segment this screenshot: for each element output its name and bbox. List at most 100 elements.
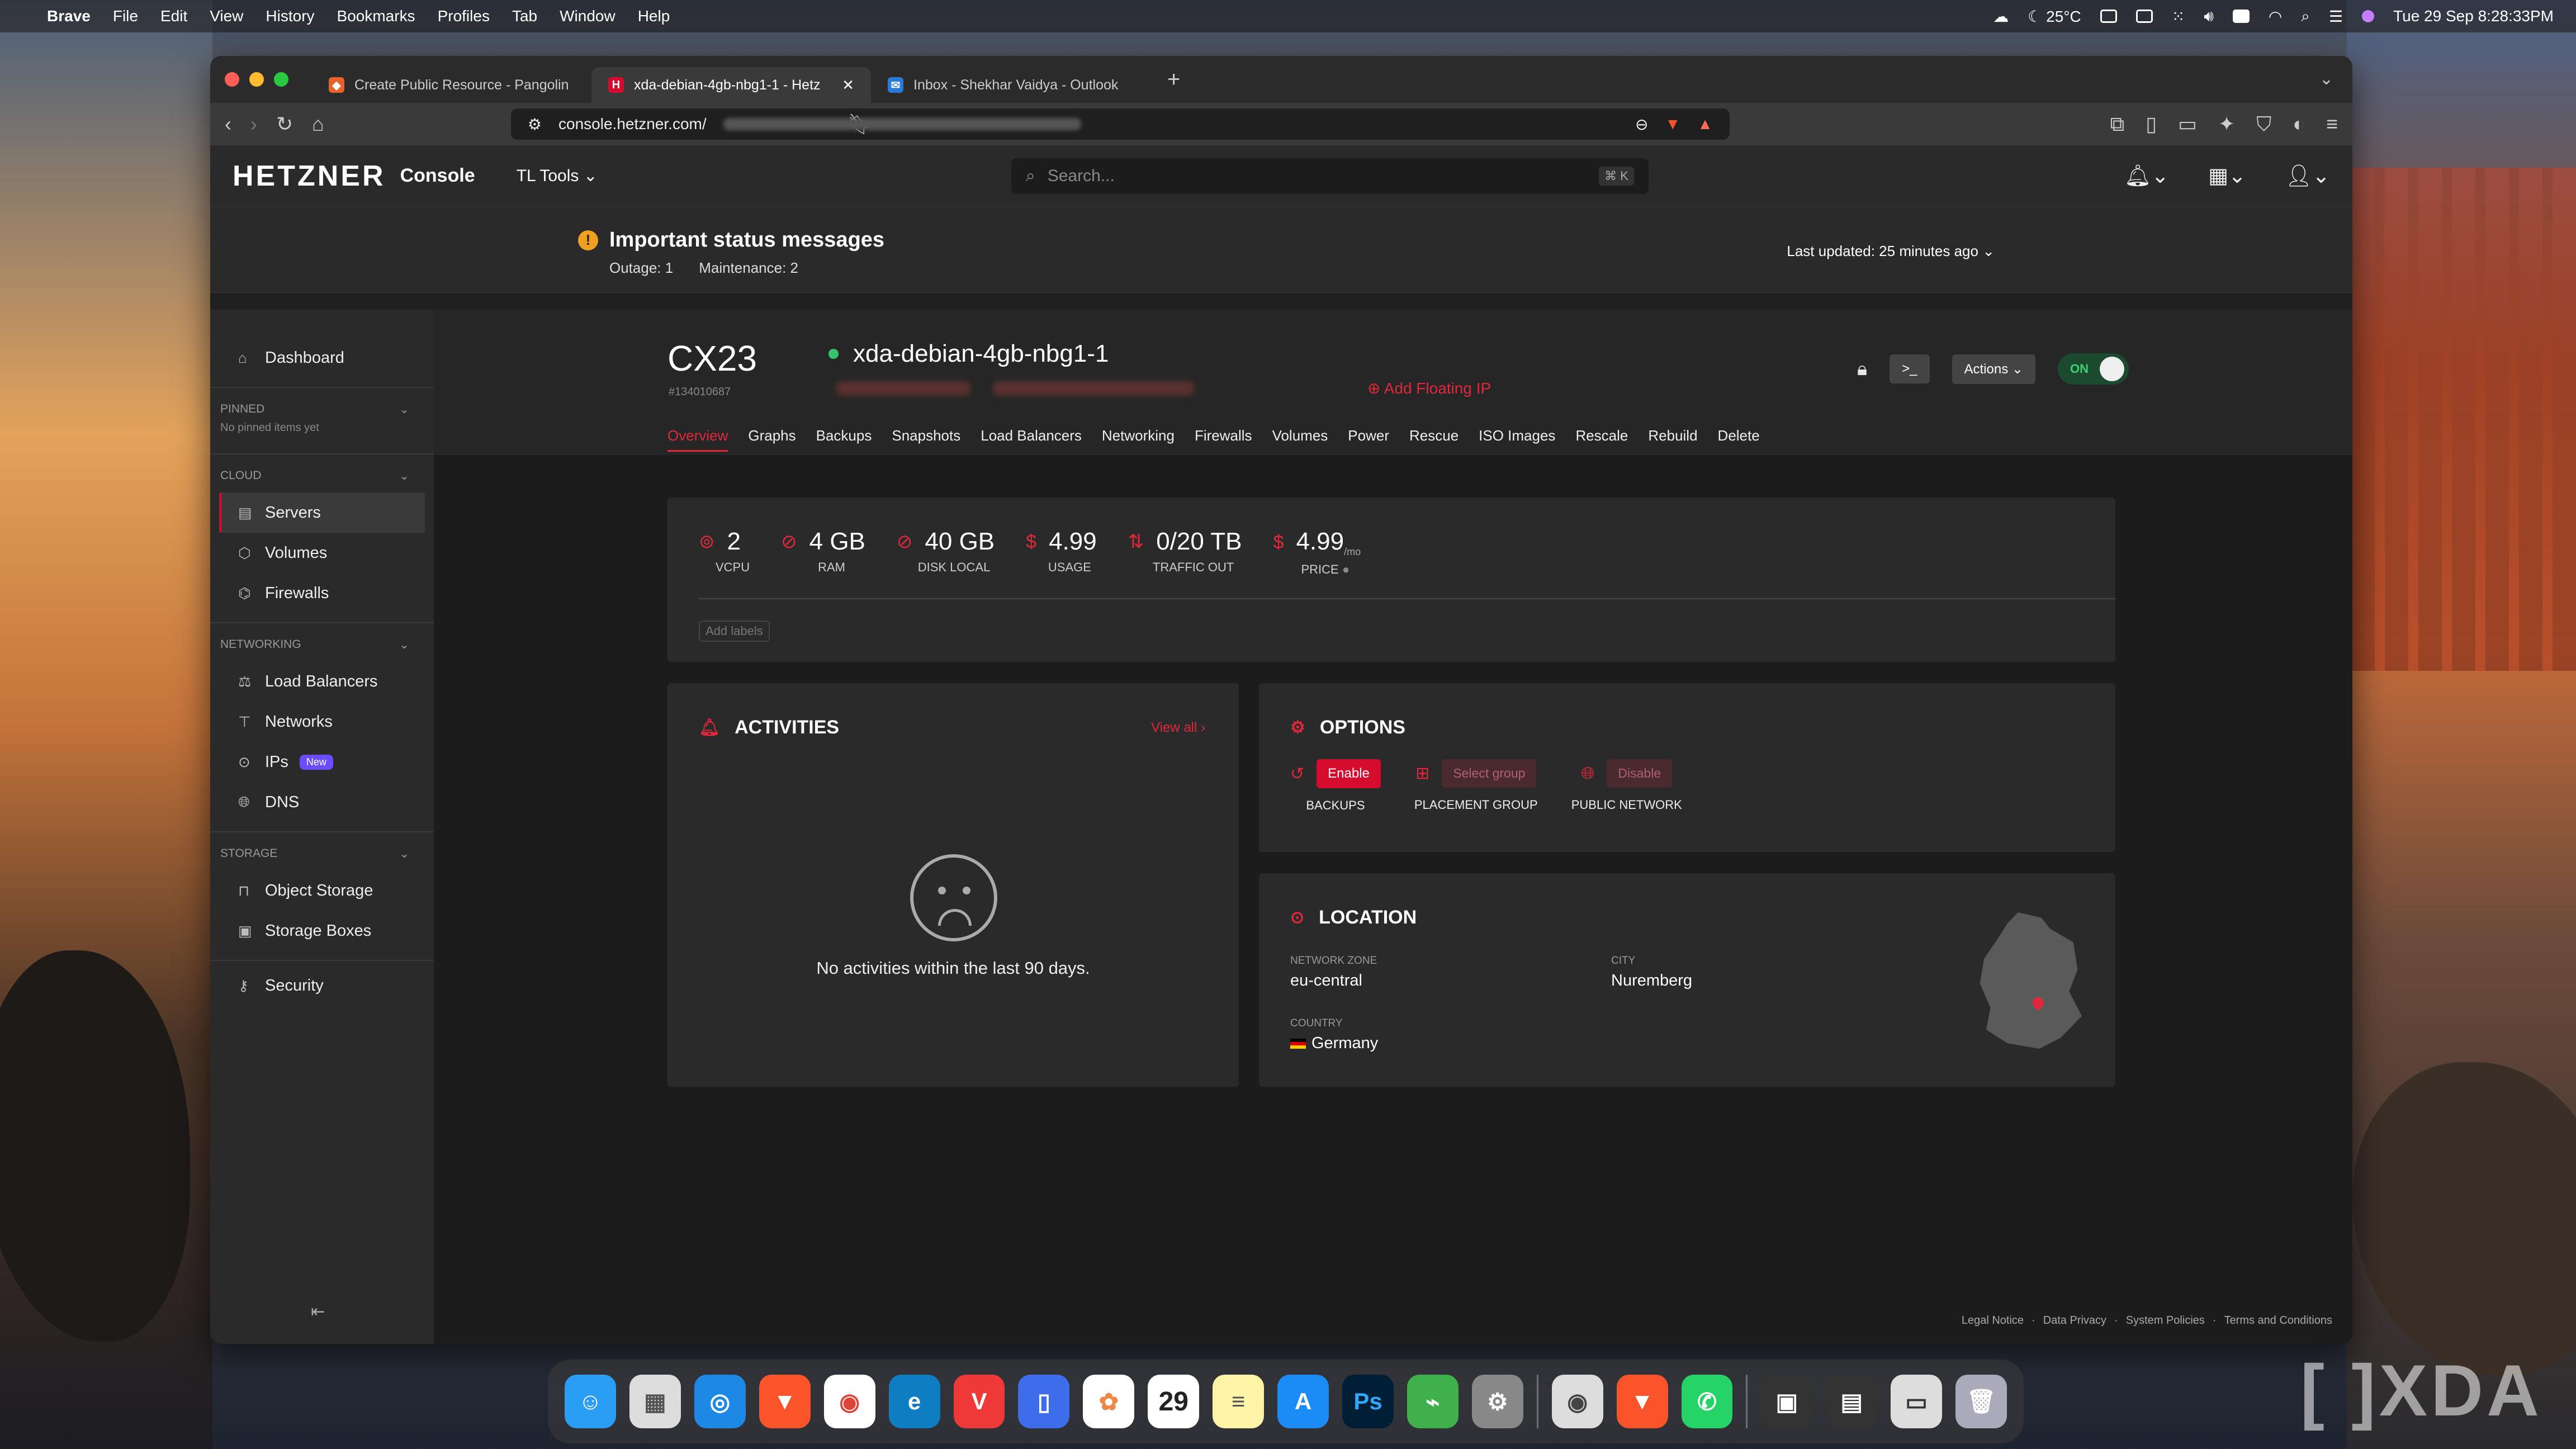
menu-bookmarks[interactable]: Bookmarks	[337, 7, 415, 25]
display-icon[interactable]	[2135, 10, 2153, 23]
menu-icon[interactable]: ≡	[2326, 112, 2338, 136]
sidebar-item-security[interactable]: ⚷ Security	[210, 965, 434, 1006]
collapse-sidebar-icon[interactable]: ⇤	[311, 1302, 325, 1322]
whatsapp-icon[interactable]: ✆	[1681, 1375, 1733, 1428]
photos-icon[interactable]: ✿	[1083, 1375, 1135, 1428]
sidebar-icon[interactable]: ▯	[2146, 112, 2157, 136]
tab-delete[interactable]: Delete	[1718, 427, 1760, 452]
cloud-icon[interactable]: ☁	[1993, 7, 2009, 26]
sidebar-section-storage[interactable]: STORAGE ⌄	[210, 837, 434, 870]
status-title-row[interactable]: ! Important status messages	[578, 228, 884, 252]
tab-volumes[interactable]: Volumes	[1272, 427, 1328, 452]
sidebar-item-load-balancers[interactable]: ⚖ Load Balancers	[210, 661, 434, 702]
footer-system-policies[interactable]: System Policies	[2126, 1314, 2205, 1327]
sidebar-section-cloud[interactable]: CLOUD ⌄	[210, 459, 434, 493]
menu-window[interactable]: Window	[560, 7, 615, 25]
menu-view[interactable]: View	[210, 7, 243, 25]
info-icon[interactable]: ●	[1342, 562, 1349, 576]
tab-overview[interactable]: Overview	[667, 427, 728, 452]
tab-firewalls[interactable]: Firewalls	[1195, 427, 1252, 452]
spotlight-icon[interactable]: ⌕	[2301, 7, 2310, 26]
tab-graphs[interactable]: Graphs	[748, 427, 795, 452]
footer-data-privacy[interactable]: Data Privacy	[2043, 1314, 2106, 1327]
sidebar-item-dns[interactable]: 🌐︎ DNS	[210, 782, 434, 822]
menu-file[interactable]: File	[113, 7, 138, 25]
user-account-icon[interactable]: 👤︎⌄	[2285, 163, 2330, 188]
menu-edit[interactable]: Edit	[160, 7, 187, 25]
control-center-icon[interactable]: ☰	[2329, 7, 2343, 26]
chrome-icon[interactable]: ◉	[823, 1375, 875, 1428]
notes-icon[interactable]: ≡	[1213, 1375, 1265, 1428]
tab-networking[interactable]: Networking	[1102, 427, 1175, 452]
menu-profiles[interactable]: Profiles	[438, 7, 490, 25]
add-floating-ip-link[interactable]: ⊕ Add Floating IP	[1367, 379, 1491, 397]
menubar-clock[interactable]: Tue 29 Sep 8:28:33PM	[2393, 7, 2554, 25]
disable-public-network-button[interactable]: Disable	[1607, 759, 1673, 788]
menu-history[interactable]: History	[266, 7, 314, 25]
sidebar-item-volumes[interactable]: ⬡ Volumes	[210, 533, 434, 573]
wifi-icon[interactable]: ◠	[2269, 7, 2282, 26]
tab-snapshots[interactable]: Snapshots	[892, 427, 960, 452]
apps-grid-icon[interactable]: ▦⌄	[2208, 163, 2246, 188]
menu-tab[interactable]: Tab	[512, 7, 537, 25]
recent-window-icon[interactable]: ▭	[1891, 1375, 1943, 1428]
actions-button[interactable]: Actions ⌄	[1952, 354, 2035, 384]
volume-icon[interactable]: 🔊︎	[2204, 7, 2214, 26]
sidebar-item-object-storage[interactable]: ⊓ Object Storage	[210, 870, 434, 911]
sidebar-item-dashboard[interactable]: ⌂ Dashboard	[210, 338, 434, 378]
trash-icon[interactable]: 🗑︎	[1955, 1375, 2007, 1428]
sidebar-section-pinned[interactable]: PINNED ⌄	[210, 392, 434, 426]
tab-pangolin[interactable]: ◆ Create Public Resource - Pangolin	[312, 67, 591, 103]
view-all-link[interactable]: View all ›	[1151, 720, 1205, 736]
power-toggle[interactable]: ON	[2058, 353, 2129, 385]
tab-power[interactable]: Power	[1348, 427, 1389, 452]
forward-icon[interactable]: ›	[250, 112, 257, 136]
notifications-bell-icon[interactable]: 🔔︎⌄	[2124, 163, 2169, 188]
system-settings-icon[interactable]: ⚙	[1471, 1375, 1523, 1428]
menu-help[interactable]: Help	[638, 7, 670, 25]
back-icon[interactable]: ‹	[225, 112, 231, 136]
footer-terms[interactable]: Terms and Conditions	[2224, 1314, 2332, 1327]
search-input[interactable]: ⌕ Search... ⌘ K	[1011, 158, 1649, 194]
hetzner-logo[interactable]: HETZNER	[233, 159, 386, 193]
brave-rewards-icon[interactable]: ▲	[1697, 115, 1713, 133]
brave-beta-icon[interactable]: ▼	[1616, 1375, 1668, 1428]
footer-legal-notice[interactable]: Legal Notice	[1962, 1314, 2024, 1327]
screen-icon[interactable]	[2100, 10, 2117, 23]
zoom-icon[interactable]: ⊖	[1635, 115, 1648, 134]
close-window-button[interactable]	[225, 72, 239, 87]
lock-icon[interactable]: 🔒︎	[1857, 358, 1867, 380]
close-tab-icon[interactable]: ✕	[842, 77, 854, 94]
console-terminal-button[interactable]: >_	[1890, 354, 1930, 383]
reload-icon[interactable]: ↻	[276, 112, 293, 136]
safari-icon[interactable]: ◎	[694, 1375, 746, 1428]
tab-list-chevron-icon[interactable]: ⌄	[2319, 69, 2333, 89]
menu-app-name[interactable]: Brave	[47, 7, 91, 25]
finder-icon[interactable]: ☺	[565, 1375, 616, 1428]
wallet-icon[interactable]: ▭	[2178, 112, 2197, 136]
weather-status[interactable]: ☾ 25°C	[2028, 7, 2081, 26]
site-info-icon[interactable]: ⚙	[528, 115, 542, 134]
server-name[interactable]: xda-debian-4gb-nbg1-1	[853, 340, 1109, 368]
sidebar-item-networks[interactable]: ⊤ Networks	[210, 702, 434, 742]
tab-hetzner[interactable]: H xda-debian-4gb-nbg1-1 - Hetz ✕	[591, 67, 871, 103]
tab-iso-images[interactable]: ISO Images	[1479, 427, 1555, 452]
photoshop-icon[interactable]: Ps	[1342, 1375, 1394, 1428]
launchpad-icon[interactable]: ▦	[629, 1375, 681, 1428]
grid-icon[interactable]: ⁙	[2172, 7, 2185, 26]
project-selector[interactable]: TL Tools ⌄	[517, 166, 598, 186]
sidebar-item-servers[interactable]: ▤ Servers	[219, 493, 425, 533]
brave-icon[interactable]: ▼	[759, 1375, 811, 1428]
new-tab-button[interactable]: +	[1167, 67, 1180, 92]
leo-ai-icon[interactable]: ✦	[2218, 112, 2235, 136]
vivaldi-icon[interactable]: V	[953, 1375, 1005, 1428]
profile-extension-icon[interactable]: ◐	[2293, 112, 2305, 136]
tab-load-balancers[interactable]: Load Balancers	[981, 427, 1082, 452]
brave-shields-icon[interactable]: ▼	[1665, 115, 1680, 133]
status-updated[interactable]: Last updated: 25 minutes ago ⌄	[1787, 243, 1995, 260]
sidebar-item-storage-boxes[interactable]: ▣ Storage Boxes	[210, 911, 434, 951]
add-labels-button[interactable]: Add labels	[699, 621, 770, 642]
recent-window-icon[interactable]: ▤	[1826, 1375, 1878, 1428]
tab-outlook[interactable]: ✉ Inbox - Shekhar Vaidya - Outlook	[871, 67, 1150, 103]
minimize-window-button[interactable]	[249, 72, 264, 87]
